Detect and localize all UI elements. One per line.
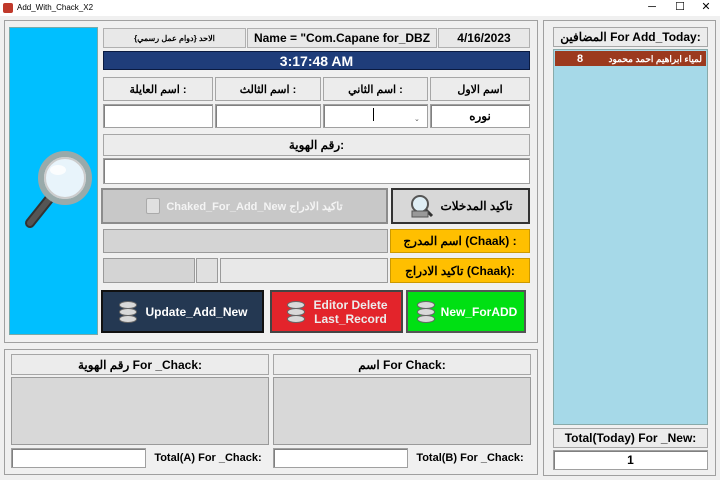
total-a-input[interactable] bbox=[11, 448, 146, 468]
confirm-insert-field[interactable] bbox=[220, 258, 388, 283]
insert-progress-divider bbox=[196, 258, 218, 283]
total-a-label: Total(A) For _Chack: bbox=[154, 452, 262, 464]
lock-icon bbox=[146, 198, 161, 214]
included-name-field[interactable] bbox=[103, 229, 388, 253]
checked-for-add-new-label: Chaked_For_Add_New تاكيد الادراج bbox=[166, 200, 343, 213]
minimize-button[interactable]: ─ bbox=[638, 0, 666, 16]
time-display: 3:17:48 AM bbox=[103, 51, 530, 70]
new-for-add-button[interactable]: New_ForADD bbox=[406, 290, 526, 333]
new-for-add-label: New_ForADD bbox=[440, 304, 518, 319]
check-name-list[interactable] bbox=[273, 377, 531, 445]
today-list[interactable]: 8 لمياء ابراهيم احمد محمود bbox=[553, 49, 708, 425]
database-icon bbox=[117, 299, 139, 325]
maximize-button[interactable]: ☐ bbox=[666, 0, 694, 16]
editor-delete-label-line2: Last_Record bbox=[314, 311, 387, 326]
window-title: Add_With_Chack_X2 bbox=[17, 3, 94, 12]
id-number-input[interactable] bbox=[103, 158, 530, 184]
third-name-label: اسم الثالث : bbox=[215, 77, 321, 101]
date-label: 4/16/2023 bbox=[438, 28, 530, 48]
search-icon bbox=[411, 195, 434, 218]
today-total-label: Total(Today) For _New: bbox=[553, 428, 708, 448]
search-panel bbox=[9, 27, 98, 335]
title-bar: Add_With_Chack_X2 ─ ☐ ✕ bbox=[0, 0, 720, 16]
list-item-name: لمياء ابراهيم احمد محمود bbox=[608, 54, 702, 64]
id-number-label: رقم الهوية: bbox=[103, 134, 530, 156]
first-name-label: اسم الاول bbox=[430, 77, 530, 101]
database-add-icon bbox=[415, 299, 437, 325]
total-b-input[interactable] bbox=[273, 448, 408, 468]
check-id-list[interactable] bbox=[11, 377, 269, 445]
list-item-count: 8 bbox=[577, 53, 584, 65]
today-total-value: 1 bbox=[553, 450, 708, 470]
insert-progress-left bbox=[103, 258, 195, 283]
app-icon bbox=[3, 3, 13, 13]
check-name-header: اسم For Chack: bbox=[273, 354, 531, 375]
family-name-label: اسم العايلة : bbox=[103, 77, 213, 101]
check-id-header: رقم الهوية For _Chack: bbox=[11, 354, 269, 375]
update-add-new-button[interactable]: Update_Add_New bbox=[101, 290, 264, 333]
close-button[interactable]: ✕ bbox=[692, 0, 720, 16]
first-name-input[interactable] bbox=[430, 104, 530, 128]
confirm-insert-label: تاكيد الادراج (Chaak): bbox=[390, 258, 530, 283]
editor-delete-button[interactable]: Editor Delete Last_Record bbox=[270, 290, 403, 333]
third-name-input[interactable] bbox=[215, 104, 321, 128]
editor-delete-label-line1: Editor Delete bbox=[313, 297, 388, 312]
included-name-label: اسم المدرج (Chaak) : bbox=[390, 229, 530, 253]
database-delete-icon bbox=[285, 299, 307, 325]
confirm-entries-label: تاكيد المدخلات bbox=[440, 199, 513, 213]
update-add-new-label: Update_Add_New bbox=[145, 304, 248, 319]
day-label: الاحد {دوام عمل رسمي} bbox=[103, 28, 246, 48]
family-name-input[interactable] bbox=[103, 104, 213, 128]
total-b-label: Total(B) For _Chack: bbox=[416, 452, 524, 464]
confirm-entries-button[interactable]: تاكيد المدخلات bbox=[391, 188, 530, 224]
second-name-label: اسم الثاني : bbox=[323, 77, 428, 101]
chevron-down-icon[interactable]: ⌄ bbox=[414, 115, 420, 123]
text-cursor bbox=[373, 108, 374, 121]
checked-for-add-new-button[interactable]: Chaked_For_Add_New تاكيد الادراج bbox=[101, 188, 388, 224]
second-name-input[interactable]: ⌄ bbox=[323, 104, 428, 128]
name-label: Name = "Com.Capane for_DBZ bbox=[247, 28, 437, 48]
today-header: المضافين For Add_Today: bbox=[553, 27, 708, 47]
list-item[interactable]: 8 لمياء ابراهيم احمد محمود bbox=[555, 51, 706, 66]
magnifier-icon bbox=[25, 151, 92, 228]
